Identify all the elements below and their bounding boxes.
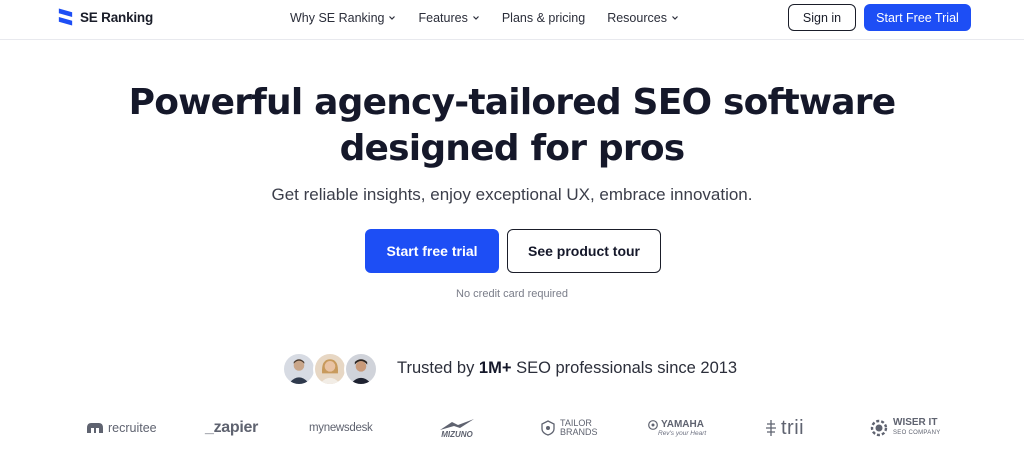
chevron-down-icon: [472, 16, 479, 20]
yamaha-tuning-fork-icon: [648, 419, 658, 430]
brand-name: MIZUNO: [441, 429, 473, 439]
nav-label: Why SE Ranking: [290, 11, 385, 25]
logo-mynewsdesk: mynewsdesk: [309, 410, 373, 446]
brand-name: _zapier: [205, 419, 259, 436]
start-free-trial-header-button[interactable]: Start Free Trial: [864, 4, 971, 31]
logo-trii: trii: [765, 410, 804, 446]
trusted-prefix: Trusted by: [397, 359, 479, 377]
brand-name: trii: [781, 416, 805, 439]
brand-title: WISER IT: [893, 417, 938, 428]
wiser-it-gear-icon: [870, 419, 888, 437]
logo-tailor-brands: TAILOR BRANDS: [540, 410, 600, 446]
recruitee-icon: [87, 423, 103, 433]
hero-title-line-1: Powerful agency-tailored SEO software: [128, 82, 897, 123]
client-logos: recruitee _zapier mynewsdesk MIZUNO TAIL…: [0, 410, 1024, 446]
nav-resources[interactable]: Resources: [607, 11, 679, 25]
se-ranking-logo-icon: [58, 8, 73, 26]
avatar: [313, 352, 347, 386]
see-product-tour-button[interactable]: See product tour: [507, 229, 661, 273]
hero-subtitle: Get reliable insights, enjoy exceptional…: [271, 185, 753, 204]
no-credit-card-note: No credit card required: [456, 288, 568, 300]
logo-text: SE Ranking: [80, 9, 154, 25]
logo-recruitee: recruitee: [86, 410, 157, 446]
chevron-down-icon: [389, 16, 396, 20]
avatar: [344, 352, 378, 386]
nav-label: Resources: [607, 11, 667, 25]
hero-title: Powerful agency-tailored SEO software de…: [0, 80, 1024, 172]
logo-yamaha: YAMAHA Rev's your Heart: [648, 410, 706, 446]
brand-name: TAILOR BRANDS: [560, 418, 598, 437]
logo-wiser-it: WISER IT SEO COMPANY: [869, 410, 963, 446]
brand-name: mynewsdesk: [309, 422, 373, 434]
nav-label: Plans & pricing: [501, 11, 586, 25]
nav-why-se-ranking[interactable]: Why SE Ranking: [290, 11, 396, 25]
nav-label: Features: [418, 11, 468, 25]
nav-features[interactable]: Features: [418, 11, 479, 25]
trusted-highlight: 1M+: [478, 359, 512, 377]
user-avatars: [282, 352, 378, 386]
trii-tree-icon: [766, 420, 776, 436]
avatar: [282, 352, 316, 386]
brand-tagline: Rev's your Heart: [658, 430, 707, 437]
tailor-brands-icon: [541, 420, 555, 436]
brand-name: WISER IT SEO COMPANY: [893, 418, 963, 438]
start-free-trial-button[interactable]: Start free trial: [365, 229, 499, 273]
brand-name: YAMAHA: [661, 419, 704, 430]
trusted-suffix: SEO professionals since 2013: [511, 359, 738, 377]
main-nav: Why SE Ranking Features Plans & pricing …: [290, 0, 679, 36]
brand-tagline: SEO COMPANY: [893, 430, 941, 436]
logo-zapier: _zapier: [205, 410, 258, 446]
hero-title-line-2: designed for pros: [339, 128, 686, 169]
site-header: SE Ranking Why SE Ranking Features Plans…: [0, 0, 1024, 40]
trusted-by-text: Trusted by 1M+ SEO professionals since 2…: [397, 359, 737, 378]
chevron-down-icon: [672, 16, 678, 20]
nav-plans-pricing[interactable]: Plans & pricing: [502, 11, 585, 25]
sign-in-button[interactable]: Sign in: [788, 4, 856, 31]
brand-name: recruitee: [108, 421, 157, 435]
se-ranking-logo[interactable]: SE Ranking: [56, 6, 153, 28]
logo-mizuno: MIZUNO: [438, 410, 476, 446]
